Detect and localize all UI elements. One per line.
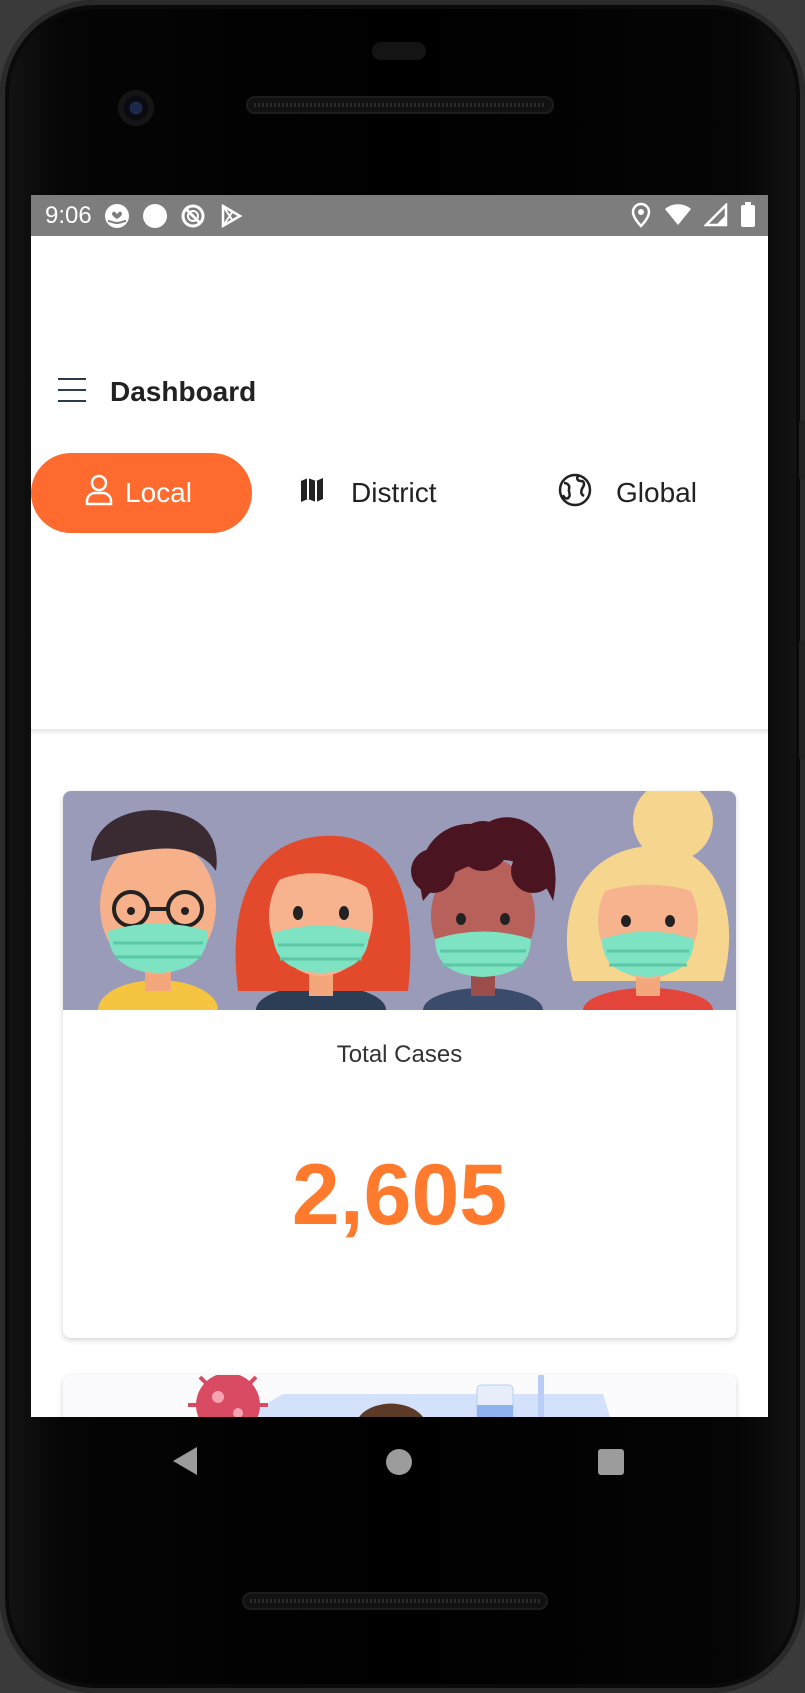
hamburger-menu-icon[interactable] [58,378,88,404]
dashboard-content: Total Cases 2,605 [31,735,768,1417]
hospital-patient-illustration [63,1375,736,1417]
hospitalized-card[interactable] [63,1375,736,1417]
total-cases-card[interactable]: Total Cases 2,605 [63,791,736,1338]
user-icon [85,474,113,513]
system-nav-bar [31,1417,768,1507]
app-header: Dashboard Local District Global [31,236,768,729]
earpiece [372,42,426,60]
battery-icon [740,202,756,233]
card-value: 2,605 [291,1147,508,1243]
masked-people-illustration [63,791,736,1040]
play-store-icon [218,203,244,229]
circle-icon [142,203,168,229]
blocked-icon [180,203,206,229]
tab-local[interactable]: Local [31,453,252,533]
tab-district[interactable]: District [299,453,437,533]
status-time: 9:06 [45,201,92,229]
tab-global[interactable]: Global [558,453,697,533]
bottom-speaker [242,1592,548,1610]
page-title: Dashboard [110,376,257,407]
back-icon[interactable] [171,1445,199,1482]
power-button [799,640,805,760]
volume-button [799,420,805,480]
hand-heart-icon [104,203,130,229]
screen: 9:06 Dashboard Local District Global Tot… [31,195,768,1417]
tab-local-label: Local [125,477,192,508]
tab-global-label: Global [616,477,697,508]
globe-icon [558,473,592,514]
tab-bar: Local District Global [31,453,768,533]
phone-frame: 9:06 Dashboard Local District Global Tot… [0,0,805,1693]
top-speaker [246,96,554,114]
signal-icon [702,201,728,232]
map-icon [299,477,325,510]
status-bar: 9:06 [31,195,768,236]
location-icon [630,202,652,233]
recents-icon[interactable] [598,1449,624,1475]
tab-district-label: District [351,477,437,508]
front-camera [118,90,154,126]
card-label: Total Cases [336,1041,463,1068]
home-icon[interactable] [386,1449,412,1475]
wifi-icon [664,203,692,232]
